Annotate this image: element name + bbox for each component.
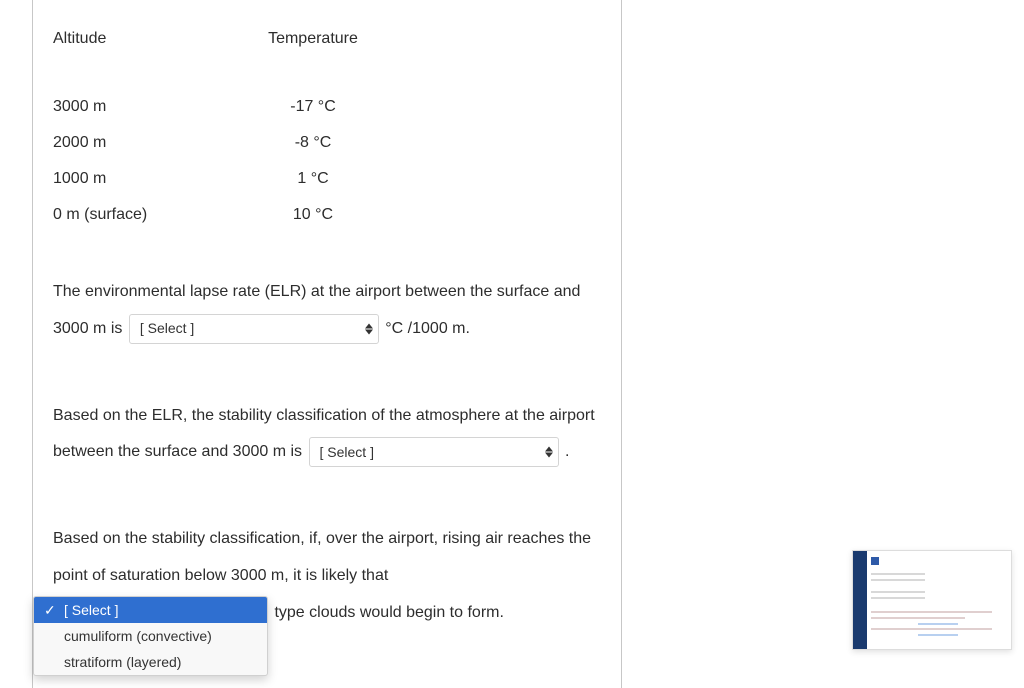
updown-icon: [364, 323, 374, 334]
header-temperature: Temperature: [243, 30, 383, 48]
thumbnail-sidebar: [853, 551, 867, 649]
table-row: 3000 m -17 °C: [53, 98, 601, 116]
q3-text-before: Based on the stability classification, i…: [53, 530, 591, 584]
q1-text-after: °C /1000 m.: [385, 320, 470, 337]
cell-altitude: 1000 m: [53, 170, 243, 188]
stability-select[interactable]: [ Select ]: [309, 437, 559, 467]
clouds-dropdown: [ Select ] cumuliform (convective) strat…: [33, 596, 268, 676]
table-row: 2000 m -8 °C: [53, 134, 601, 152]
table-row: 1000 m 1 °C: [53, 170, 601, 188]
cell-temperature: -8 °C: [243, 134, 383, 152]
page-thumbnail[interactable]: [852, 550, 1012, 650]
question-stability: Based on the ELR, the stability classifi…: [53, 398, 601, 472]
question-clouds: Based on the stability classification, i…: [53, 521, 601, 631]
select-label: [ Select ]: [310, 438, 558, 466]
q2-text-after: .: [565, 443, 569, 460]
dropdown-option-cumuliform[interactable]: cumuliform (convective): [34, 623, 267, 649]
question-elr: The environmental lapse rate (ELR) at th…: [53, 274, 601, 348]
question-panel: Altitude Temperature 3000 m -17 °C 2000 …: [32, 0, 622, 688]
table-row: 0 m (surface) 10 °C: [53, 206, 601, 224]
dropdown-option-select[interactable]: [ Select ]: [34, 597, 267, 623]
cell-temperature: 10 °C: [243, 206, 383, 224]
elr-select[interactable]: [ Select ]: [129, 314, 379, 344]
updown-icon: [544, 447, 554, 458]
cell-altitude: 0 m (surface): [53, 206, 243, 224]
table-header-row: Altitude Temperature: [53, 30, 601, 48]
select-label: [ Select ]: [130, 315, 378, 343]
cell-altitude: 3000 m: [53, 98, 243, 116]
clouds-select[interactable]: [ Select ] [ Select ] cumuliform (convec…: [33, 598, 268, 628]
dropdown-option-stratiform[interactable]: stratiform (layered): [34, 649, 267, 675]
cell-temperature: 1 °C: [243, 170, 383, 188]
cell-temperature: -17 °C: [243, 98, 383, 116]
header-altitude: Altitude: [53, 30, 243, 48]
cell-altitude: 2000 m: [53, 134, 243, 152]
thumbnail-body: [871, 559, 1005, 643]
q3-text-after: type clouds would begin to form.: [274, 604, 503, 621]
altitude-temperature-table: Altitude Temperature 3000 m -17 °C 2000 …: [53, 30, 601, 224]
